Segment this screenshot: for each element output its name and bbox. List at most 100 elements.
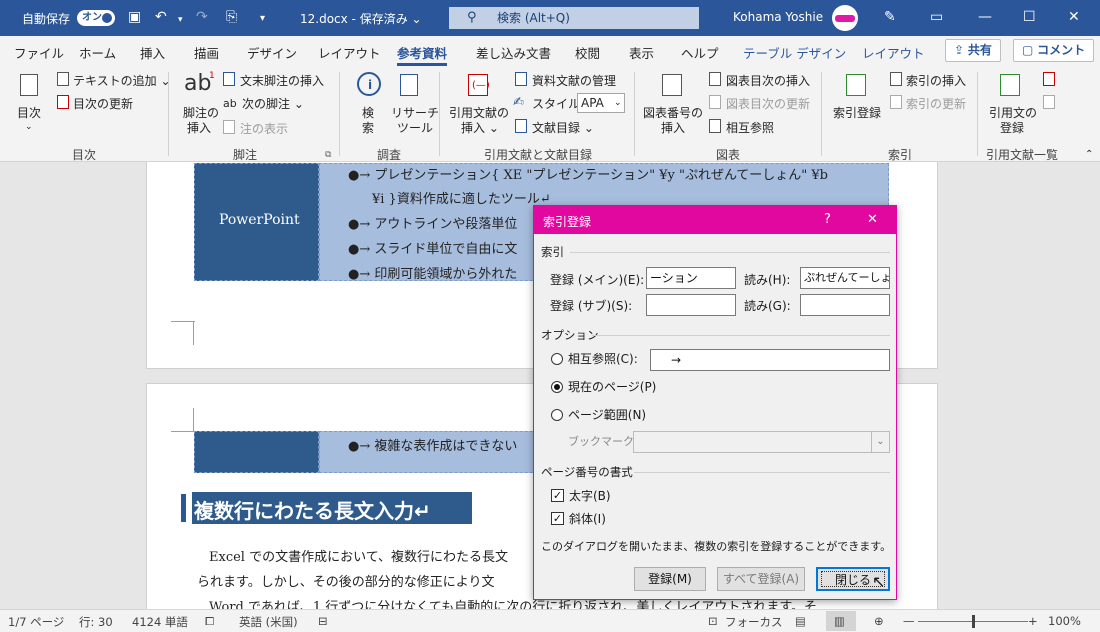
autosave-toggle[interactable]: オン [77, 10, 115, 26]
update-toc-button[interactable]: 目次の更新 [73, 97, 133, 111]
title-bar: 自動保存 オン ▣ ↶ ▾ ↷ ⎘ ▾ 12.docx - 保存済み ⌄ ⚲ 検… [0, 0, 1100, 36]
crop-mark [193, 408, 194, 432]
pen-icon[interactable]: ✎ [884, 8, 896, 26]
group-label-research: 調査 [377, 148, 402, 162]
proofing-icon[interactable]: ⧠ [205, 614, 214, 629]
page-range-radio[interactable] [551, 409, 563, 421]
bullet-line: ●→ 印刷可能領域から外れた [348, 267, 518, 282]
insert-index-button[interactable]: 索引の挿入 [906, 74, 966, 88]
tab-table-layout[interactable]: レイアウト [862, 43, 925, 62]
main-entry-field[interactable]: ーション [646, 267, 736, 289]
cross-ref-field[interactable]: → [650, 349, 890, 371]
tab-draw[interactable]: 描画 [194, 43, 219, 62]
bold-checkbox[interactable]: ✓ [551, 489, 564, 502]
manage-sources-button[interactable]: 資料文献の管理 [532, 74, 616, 88]
italic-checkbox[interactable]: ✓ [551, 512, 564, 525]
user-name[interactable]: Kohama Yoshie [733, 10, 823, 24]
print-layout-icon[interactable]: ▥ [834, 614, 845, 628]
ribbon-separator [634, 72, 635, 156]
heading-marker [181, 494, 186, 522]
collapse-ribbon-icon[interactable]: ⌃ [1085, 148, 1093, 162]
insert-endnote-button[interactable]: 文末脚注の挿入 [240, 74, 324, 88]
close-icon[interactable]: ✕ [867, 212, 878, 227]
help-icon[interactable]: ? [824, 212, 831, 227]
cross-reference-icon [709, 119, 721, 133]
mark-button[interactable]: 登録(M) [634, 567, 706, 591]
read-mode-icon[interactable]: ▤ [795, 614, 806, 628]
sub-entry-label: 登録 (サブ)(S): [550, 299, 633, 313]
zoom-level[interactable]: 100% [1048, 614, 1081, 628]
tab-help[interactable]: ヘルプ [681, 43, 719, 62]
update-index-icon [890, 95, 902, 109]
footnote-dialog-launcher-icon[interactable]: ⧉ [325, 148, 331, 162]
window-close-icon[interactable]: ✕ [1068, 8, 1080, 26]
style-dropdown[interactable]: APA ⌄ [577, 93, 625, 113]
tab-layout[interactable]: レイアウト [318, 43, 381, 62]
crop-mark [193, 321, 194, 345]
undo-dropdown-icon[interactable]: ▾ [178, 12, 183, 28]
save-icon[interactable]: ▣ [128, 9, 141, 25]
current-page-radio[interactable] [551, 381, 563, 393]
search-ribbon-label-1: 検 [362, 106, 375, 120]
heading-text: 複数行にわたる長文入力↵ [194, 499, 431, 523]
add-text-chevron-down-icon: ⌄ [160, 74, 171, 88]
share-button[interactable]: ⇪ 共有 [945, 39, 1001, 62]
web-layout-icon[interactable]: ⊕ [874, 614, 884, 628]
line-number[interactable]: 行: 30 [79, 614, 113, 630]
insert-tof-button[interactable]: 図表目次の挿入 [726, 74, 810, 88]
search-ribbon-icon-glyph: i [368, 78, 373, 92]
ribbon-separator [977, 72, 978, 156]
reading2-field[interactable] [800, 294, 890, 316]
tab-mailings[interactable]: 差し込み文書 [476, 43, 551, 62]
zoom-in-icon[interactable]: + [1028, 614, 1038, 628]
next-footnote-chevron-down-icon: ⌄ [293, 97, 304, 111]
accessibility-icon[interactable]: ⊟ [318, 614, 328, 628]
current-page-label: 現在のページ(P) [568, 380, 657, 394]
table-cell-dark: PowerPoint [194, 163, 319, 281]
zoom-out-icon[interactable]: — [903, 614, 915, 628]
body-line: られます。しかし、その後の部分的な修正により文 [197, 575, 495, 590]
focus-mode[interactable]: フォーカス [725, 614, 783, 630]
search-box[interactable]: ⚲ 検索 (Alt+Q) [449, 7, 699, 29]
tab-review[interactable]: 校閲 [575, 43, 600, 62]
cross-reference-button[interactable]: 相互参照 [726, 121, 774, 135]
share-label: 共有 [967, 43, 992, 57]
sub-entry-field[interactable] [646, 294, 736, 316]
next-footnote-icon: ab [223, 97, 237, 110]
add-text-icon [57, 72, 69, 86]
reading1-field[interactable]: ぷれぜんてーしょん [800, 267, 890, 289]
mark-all-button: すべて登録(A) [717, 567, 805, 591]
undo-icon[interactable]: ↶ [155, 9, 167, 25]
touch-mode-icon[interactable]: ⎘ [226, 9, 237, 25]
minimize-icon[interactable]: — [978, 8, 992, 26]
cross-ref-radio[interactable] [551, 353, 563, 365]
comment-button[interactable]: ▢ コメント [1013, 39, 1095, 62]
dialog-title: 索引登録 [543, 215, 592, 229]
tab-table-design[interactable]: テーブル デザイン [743, 43, 846, 62]
endnote-icon [223, 72, 235, 86]
word-count[interactable]: 4124 単語 [132, 614, 188, 630]
ribbon-tabs: ファイル ホーム 挿入 描画 デザイン レイアウト 参考資料 差し込み文書 校閲… [0, 36, 1100, 66]
add-text-button[interactable]: テキストの追加 ⌄ [73, 74, 171, 88]
tab-insert[interactable]: 挿入 [140, 43, 165, 62]
tab-references[interactable]: 参考資料 [397, 43, 448, 66]
zoom-slider-thumb[interactable] [972, 615, 975, 628]
tab-view[interactable]: 表示 [629, 43, 654, 62]
tab-home[interactable]: ホーム [79, 43, 116, 62]
maximize-icon[interactable]: ☐ [1023, 8, 1036, 26]
insert-citation-chevron-down-icon: ⌄ [488, 121, 499, 135]
language[interactable]: 英語 (米国) [239, 614, 298, 630]
avatar[interactable] [832, 5, 858, 31]
tab-file[interactable]: ファイル [14, 43, 64, 62]
tab-design[interactable]: デザイン [247, 43, 297, 62]
document-title[interactable]: 12.docx - 保存済み ⌄ [300, 10, 422, 27]
show-notes-button: 注の表示 [240, 122, 289, 136]
bibliography-button[interactable]: 文献目録 ⌄ [532, 121, 594, 135]
customize-qat-icon[interactable]: ▾ [260, 11, 265, 27]
ribbon-display-icon[interactable]: ▭ [930, 8, 943, 26]
page-count[interactable]: 1/7 ページ [8, 614, 64, 630]
next-footnote-button[interactable]: 次の脚注 ⌄ [242, 97, 304, 111]
dialog-title-bar[interactable]: 索引登録 ? ✕ [534, 206, 896, 234]
toc-chevron-down-icon: ⌄ [25, 122, 33, 132]
insert-toa-icon[interactable] [1043, 72, 1055, 86]
